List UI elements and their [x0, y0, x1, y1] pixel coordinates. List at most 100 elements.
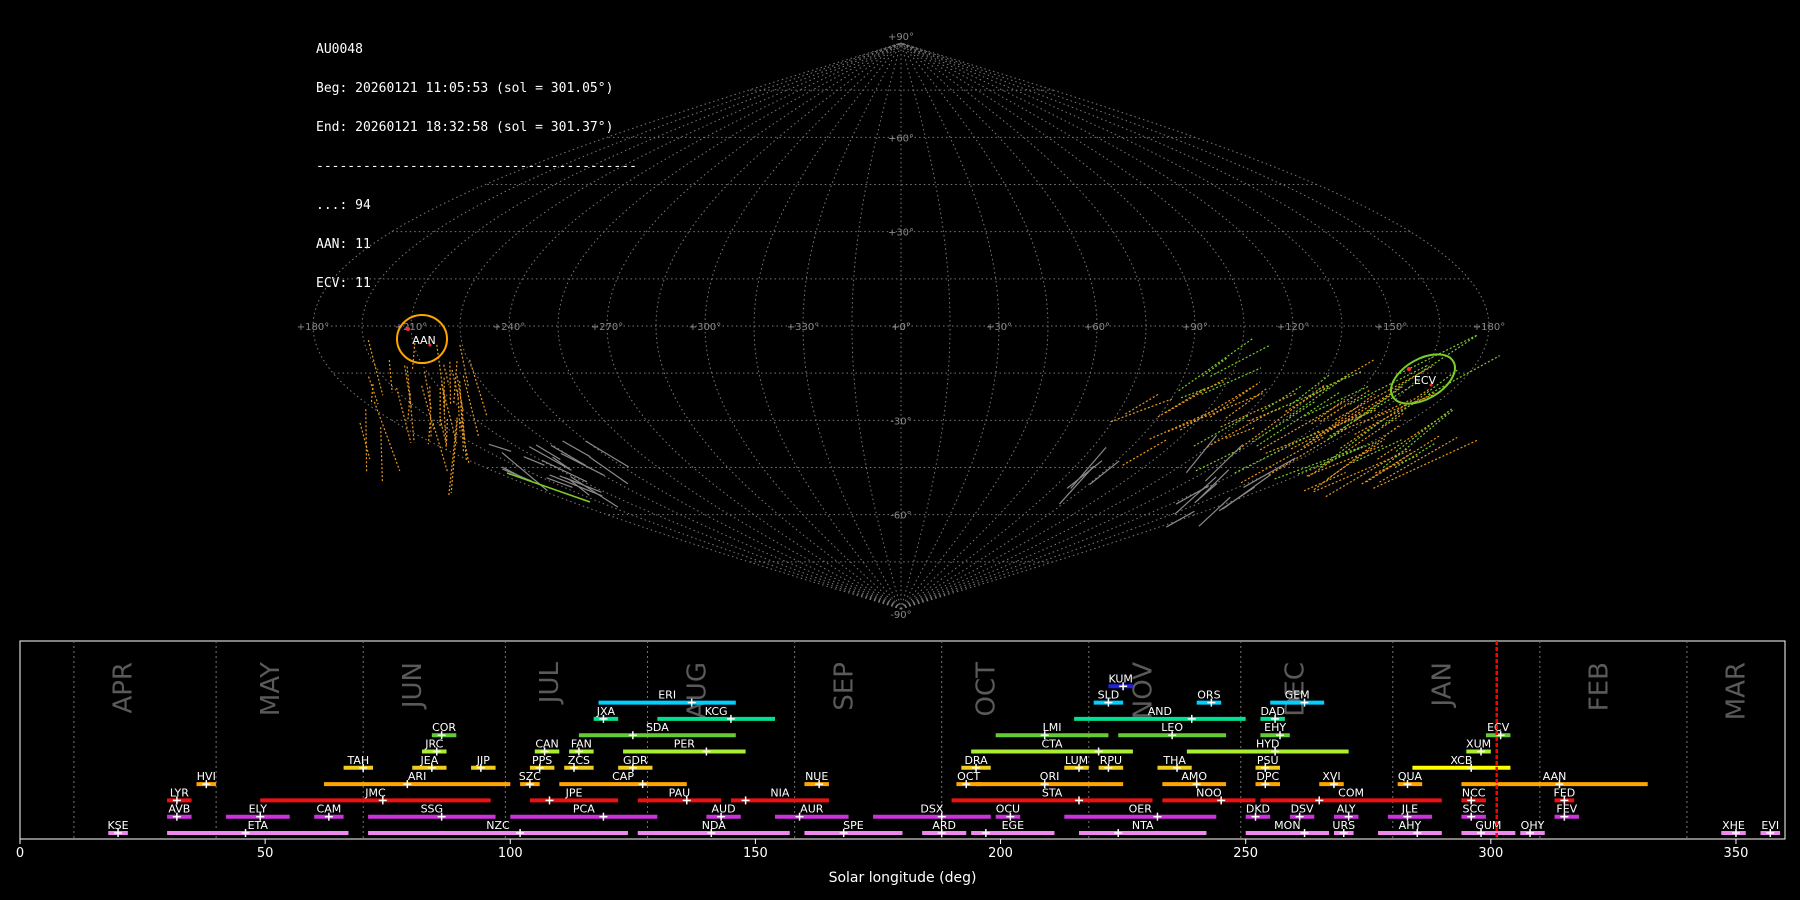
shower-bar: KSE: [107, 819, 129, 837]
shower-bar: NIA: [730, 786, 829, 805]
shower-code-label: NIA: [770, 786, 789, 799]
shower-bar: FAN: [569, 738, 594, 756]
meteor-trail: [1379, 436, 1458, 483]
shower-bar: PCA: [510, 803, 658, 821]
shower-bar: SPE: [804, 819, 903, 837]
shower-bar: JLE: [1387, 803, 1432, 821]
shower-bar: JIP: [471, 754, 496, 772]
shower-bar: XCB: [1412, 754, 1511, 772]
lon-tick-label: +120°: [1277, 322, 1309, 333]
shower-code-label: THA: [1162, 754, 1186, 767]
shower-code-label: ETA: [248, 819, 269, 832]
shower-code-label: KCG: [705, 705, 728, 718]
shower-code-label: ORI: [1040, 770, 1060, 783]
month-label: OCT: [972, 662, 1002, 717]
shower-bar: HYD: [1186, 738, 1349, 756]
shower-code-label: XHE: [1722, 819, 1745, 832]
meteor-trail: [1305, 393, 1375, 446]
shower-code-label: DSX: [920, 803, 943, 816]
meteor-trail: [367, 339, 384, 396]
shower-code-label: ELY: [249, 803, 268, 816]
meteor-trail: [1427, 355, 1501, 396]
shower-code-label: OCU: [996, 803, 1020, 816]
month-label: MAY: [256, 662, 286, 716]
shower-code-label: EVI: [1761, 819, 1779, 832]
lon-tick-label: +90°: [1182, 322, 1208, 333]
shower-code-label: CAN: [535, 738, 558, 751]
shower-code-label: JEA: [420, 754, 439, 767]
chart-frame: [19, 640, 1786, 840]
shower-bar: NTA: [1079, 819, 1207, 837]
meteor-trail: [365, 409, 368, 472]
lon-tick-label: +180°: [297, 322, 329, 333]
shower-bar: LUM: [1064, 754, 1089, 772]
lat-tick-label: +60°: [888, 133, 914, 144]
shower-bar: SLD: [1093, 689, 1124, 707]
shower-code-label: ALY: [1337, 803, 1356, 816]
shower-code-label: FEV: [1556, 803, 1577, 816]
shower-bar: OCU: [995, 803, 1021, 821]
shower-code-label: COM: [1338, 786, 1364, 799]
shower-bar: JXA: [593, 705, 619, 723]
shower-bar: ALY: [1333, 803, 1359, 821]
shower-code-label: ARI: [408, 770, 426, 783]
shower-code-label: GDR: [623, 754, 648, 767]
lon-tick-label: +270°: [591, 322, 623, 333]
shower-bar: AND: [1074, 705, 1246, 723]
meteor-trail: [585, 440, 630, 468]
shower-code-label: JMC: [364, 786, 386, 799]
meteor-trail: [373, 401, 401, 472]
shower-code-label: AMO: [1181, 770, 1207, 783]
shower-bar: CAP: [559, 770, 687, 789]
meteor-trail: [1066, 460, 1103, 489]
meteor-trail: [429, 386, 432, 437]
shower-code-label: OHY: [1521, 819, 1545, 832]
radiant-label: AAN: [412, 334, 436, 347]
shower-bar: PSU: [1255, 754, 1281, 772]
meteor-trail: [1304, 385, 1369, 417]
lat-tick-label: -90°: [890, 610, 911, 621]
shower-bar: DKD: [1245, 803, 1271, 821]
shower-bar: ZCS: [564, 754, 594, 772]
radiant-dot: [406, 327, 410, 331]
meteor-trail: [1178, 338, 1253, 392]
shower-bar: MON: [1245, 819, 1330, 837]
meteor-trail: [367, 376, 379, 405]
shower-bar: LMI: [995, 721, 1109, 740]
meteor-trail: [456, 375, 464, 410]
shower-code-label: PPS: [532, 754, 552, 767]
shower-code-label: XCB: [1450, 754, 1472, 767]
shower-bar: AHY: [1378, 819, 1442, 837]
meteor-trail: [449, 361, 452, 405]
meteor-trail: [549, 474, 603, 497]
shower-bar: JPE: [529, 786, 619, 805]
shower-bar: DAD: [1260, 705, 1285, 723]
month-label: AUG: [682, 662, 712, 719]
shower-bar: DRA: [961, 754, 991, 772]
meteor-trail: [1125, 393, 1159, 415]
shower-code-label: OCT: [957, 770, 980, 783]
meteor-trail: [450, 420, 458, 494]
radiant-dot: [1407, 367, 1411, 371]
lon-tick-label: +300°: [689, 322, 721, 333]
shower-bar: GDR: [618, 754, 653, 772]
x-tick-label: 250: [1233, 846, 1258, 861]
meteor-trail: [1377, 413, 1447, 460]
shower-bar: OCT: [956, 770, 981, 789]
shower-code-label: AUD: [712, 803, 736, 816]
sky-map-projection: +180° +150° +120° +90° +60° +30° +0° +330° +300°…: [297, 32, 1505, 621]
shower-code-label: LYR: [170, 786, 189, 799]
x-tick-label: 350: [1724, 846, 1749, 861]
shower-bar: HVI: [196, 770, 217, 789]
shower-code-label: HYD: [1256, 738, 1279, 751]
meteor-trail: [1313, 425, 1400, 491]
shower-code-label: TAH: [346, 754, 369, 767]
meteor-trail: [570, 476, 619, 508]
shower-code-label: STA: [1042, 786, 1063, 799]
month-label: FEB: [1584, 662, 1614, 711]
shower-code-label: DRA: [964, 754, 988, 767]
shower-code-label: HVI: [197, 770, 216, 783]
month-label: SEP: [829, 662, 859, 711]
shower-bar: EHY: [1260, 721, 1290, 740]
meteor-trail: [1297, 441, 1377, 475]
